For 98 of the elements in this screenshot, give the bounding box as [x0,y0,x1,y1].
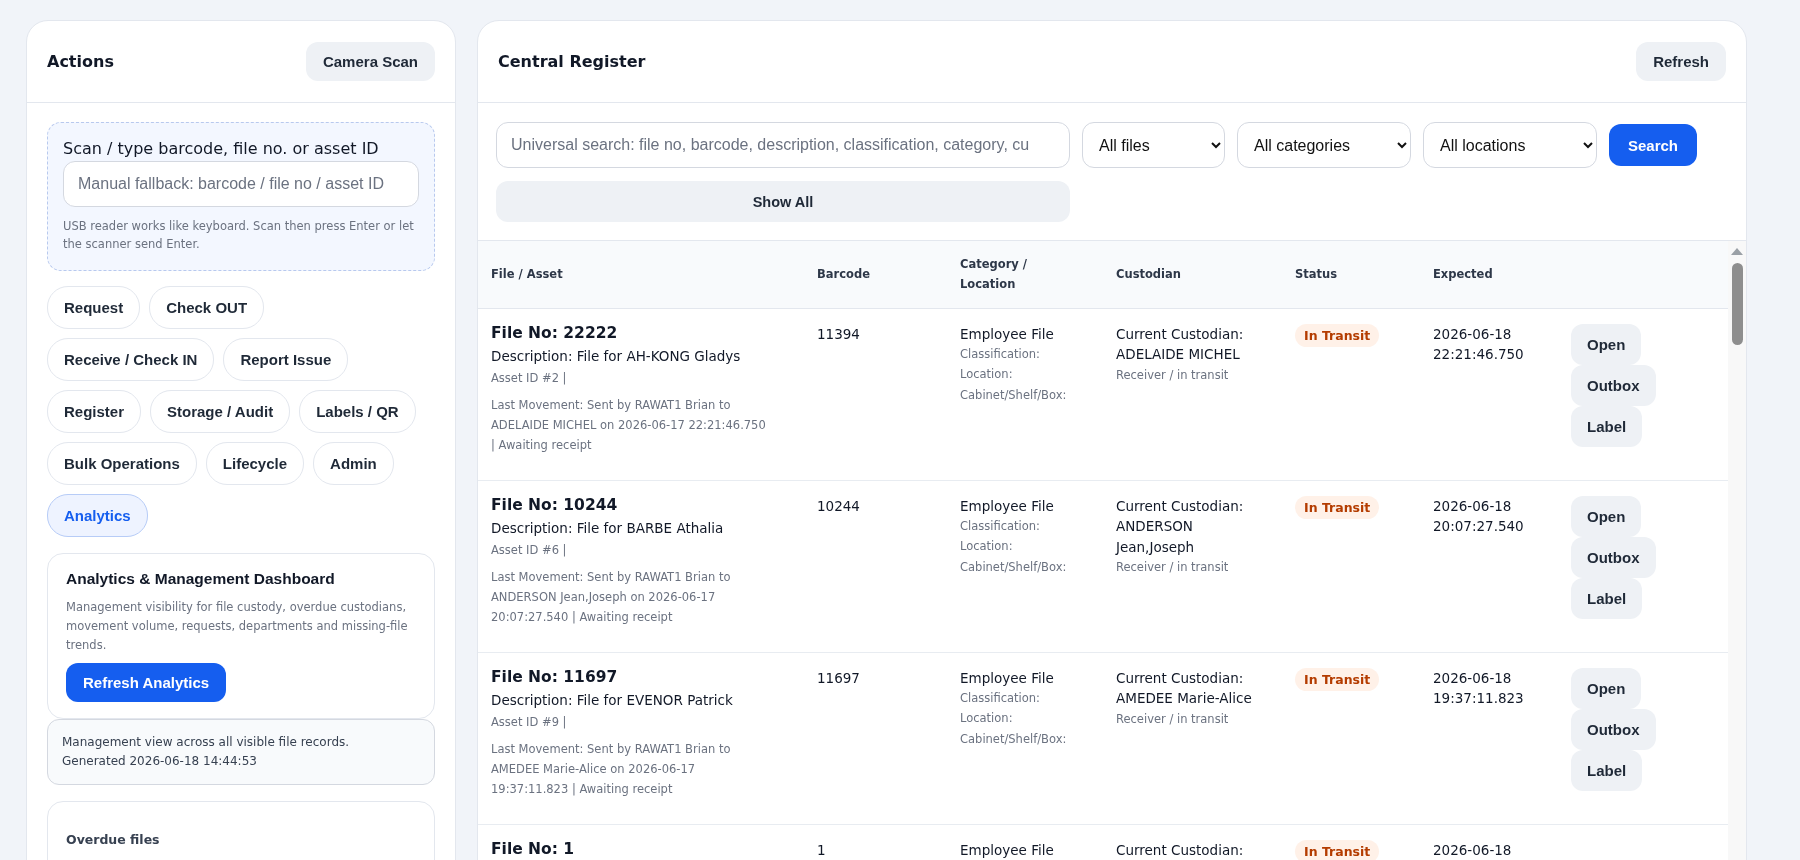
scroll-up-arrow-icon[interactable] [1731,248,1743,255]
filter-select[interactable]: All files [1082,122,1225,168]
asset-id: Asset ID #2 | [491,370,568,387]
status-badge: In Transit [1295,840,1380,860]
search-field[interactable]: Universal search: file no, barcode, description, classification, category, cu [496,122,1070,168]
action-chip[interactable]: Report Issue [223,337,349,381]
asset-id: Asset ID #6 | [491,542,568,559]
custodian-label: Current Custodian: [1116,497,1245,516]
custodian-role: Receiver / in transit [1116,710,1230,728]
scrollbar-thumb[interactable] [1731,263,1743,345]
cabinet-label: Cabinet/Shelf/Box: [960,558,1068,576]
file-description: Description: File for AH-KONG Gladys [491,348,742,364]
filter-select[interactable]: All categories [1237,122,1411,168]
action-chip[interactable]: Check OUT [149,285,265,329]
classification-label: Classification: [960,346,1041,364]
last-movement: Last Movement: Sent by RAWAT1 Brian to AMEDEE Marie-Alice on 2026-06-17 19:37:11.823 | Awaiting receipt [491,741,732,799]
column-header: Status [1294,265,1339,283]
custodian-name: ADELAIDE MICHEL [1116,345,1241,365]
custodian-name: ANDERSON Jean,Joseph [1116,517,1196,557]
custodian-label: Current Custodian: [1116,325,1245,344]
overdue-title: Overdue files [66,832,161,848]
expected-date: 2026-06-18 [1433,669,1513,688]
action-chip[interactable]: Analytics [47,493,148,537]
barcode-value: 10244 [817,497,861,516]
row-action-button[interactable]: Open [1571,496,1642,537]
camera-scan-button[interactable]: Camera Scan [305,42,435,81]
search-button[interactable]: Search [1609,124,1697,166]
scan-input-field[interactable]: Manual fallback: barcode / file no / asset ID [63,161,419,207]
row-action-button[interactable]: Label [1571,406,1643,447]
row-action-button[interactable]: Label [1571,578,1643,619]
classification-label: Classification: [960,690,1041,708]
column-header: Category / Location [959,255,1028,293]
action-chip[interactable]: Receive / Check IN [47,337,215,381]
action-chip[interactable]: Register [47,389,142,433]
action-chip[interactable]: Admin [313,441,394,485]
expected-date: 22:21:46.750 [1433,345,1525,365]
cabinet-label: Cabinet/Shelf/Box: [960,730,1068,748]
refresh-analytics-button[interactable]: Refresh Analytics [66,662,227,702]
custodian-role: Receiver / in transit [1116,366,1230,384]
status-badge: In Transit [1295,496,1380,519]
cabinet-label: Cabinet/Shelf/Box: [960,386,1068,404]
category-value: Employee File [960,841,1055,860]
show-all-button[interactable]: Show All [496,181,1070,222]
expected-date: 20:07:27.540 [1433,517,1525,537]
column-header: File / Asset [490,265,564,283]
last-movement: Last Movement: Sent by RAWAT1 Brian to ANDERSON Jean,Joseph on 2026-06-17 20:07:27.540 | Awaiting receipt [491,569,732,627]
scanner-label: Scan / type barcode, file no. or asset ID [63,139,380,158]
column-header: Barcode [816,265,871,283]
barcode-value: 11697 [817,669,861,688]
row-action-button[interactable]: Outbox [1571,365,1656,406]
barcode-value: 11394 [817,325,861,344]
expected-date: 2026-06-18 [1433,497,1513,516]
custodian-role: Receiver / in transit [1116,558,1230,576]
panel-title: Actions [47,52,114,71]
row-action-button[interactable]: Open [1571,324,1642,365]
file-description: Description: File for EVENOR Patrick [491,692,734,708]
file-number: File No: 1 [491,840,576,858]
expected-date: 2026-06-18 [1433,841,1513,860]
location-label: Location: [960,366,1014,384]
scanner-hint: USB reader works like keyboard. Scan then press Enter or let the scanner send Enter. [63,218,415,254]
column-header: Expected [1432,265,1494,283]
location-label: Location: [960,710,1014,728]
refresh-button[interactable]: Refresh [1636,42,1726,81]
action-chip[interactable]: Labels / QR [299,389,416,433]
custodian-label: Current Custodian: [1116,841,1245,860]
dashboard-title: Analytics & Management Dashboard [66,569,336,588]
column-header: Custodian [1115,265,1182,283]
last-movement: Last Movement: Sent by RAWAT1 Brian to ADELAIDE MICHEL on 2026-06-17 22:21:46.750 | Awaiting receipt [491,397,767,455]
file-number: File No: 11697 [491,668,619,686]
row-action-button[interactable]: Outbox [1571,537,1656,578]
asset-id: Asset ID #9 | [491,714,568,731]
file-number: File No: 10244 [491,496,619,514]
custodian-name: AMEDEE Marie-Alice [1116,689,1253,709]
filter-select[interactable]: All locations [1423,122,1597,168]
expected-date: 2026-06-18 [1433,325,1513,344]
row-action-button[interactable]: Outbox [1571,709,1656,750]
action-chip[interactable]: Bulk Operations [47,441,197,485]
category-value: Employee File [960,325,1055,344]
row-action-button[interactable]: Open [1571,668,1642,709]
barcode-value: 1 [817,841,827,860]
file-number: File No: 22222 [491,324,619,342]
status-badge: In Transit [1295,324,1380,347]
expected-date: 19:37:11.823 [1433,689,1525,709]
file-description: Description: File for BARBE Athalia [491,520,725,536]
action-chip[interactable]: Storage / Audit [150,389,291,433]
dashboard-description: Management visibility for file custody, overdue custodians, movement volume, requests, departments and missing-file trends. [66,598,409,654]
category-value: Employee File [960,497,1055,516]
row-action-button[interactable]: Label [1571,750,1643,791]
note-line: Generated 2026-06-18 14:44:53 [62,752,258,770]
classification-label: Classification: [960,518,1041,536]
action-chip[interactable]: Request [47,285,141,329]
action-chip[interactable]: Lifecycle [205,441,305,485]
category-value: Employee File [960,669,1055,688]
custodian-label: Current Custodian: [1116,669,1245,688]
note-line: Management view across all visible file records. [62,733,351,751]
status-badge: In Transit [1295,668,1380,691]
panel-title: Central Register [498,52,646,71]
location-label: Location: [960,538,1014,556]
